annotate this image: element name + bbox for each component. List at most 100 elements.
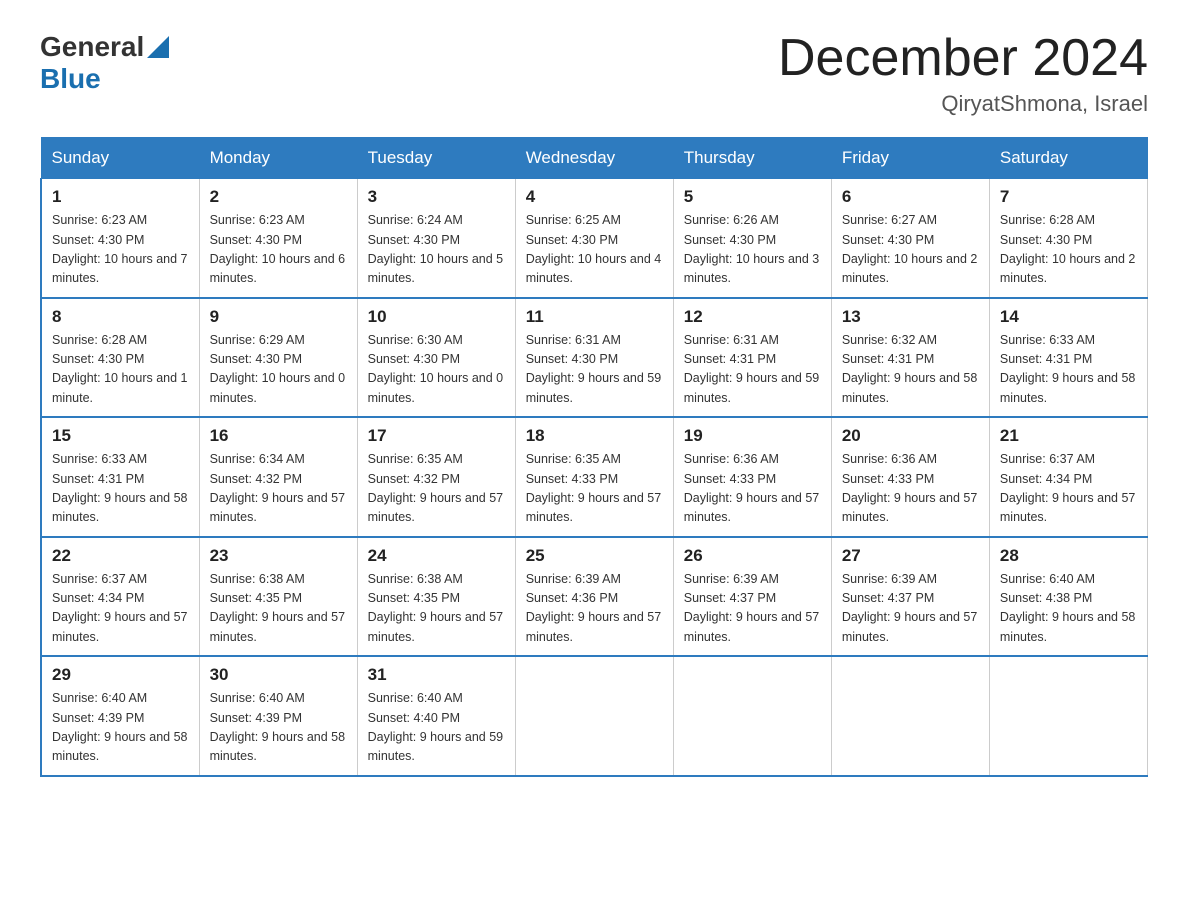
day-number: 1 xyxy=(52,187,189,207)
calendar-day-cell xyxy=(989,656,1147,776)
col-friday: Friday xyxy=(831,138,989,179)
calendar-day-cell: 25 Sunrise: 6:39 AMSunset: 4:36 PMDaylig… xyxy=(515,537,673,657)
day-info: Sunrise: 6:36 AMSunset: 4:33 PMDaylight:… xyxy=(842,450,979,528)
location-subtitle: QiryatShmona, Israel xyxy=(778,91,1148,117)
day-info: Sunrise: 6:28 AMSunset: 4:30 PMDaylight:… xyxy=(52,331,189,409)
day-info: Sunrise: 6:28 AMSunset: 4:30 PMDaylight:… xyxy=(1000,211,1137,289)
day-number: 26 xyxy=(684,546,821,566)
calendar-day-cell: 21 Sunrise: 6:37 AMSunset: 4:34 PMDaylig… xyxy=(989,417,1147,537)
calendar-day-cell: 2 Sunrise: 6:23 AMSunset: 4:30 PMDayligh… xyxy=(199,179,357,298)
calendar-day-cell: 18 Sunrise: 6:35 AMSunset: 4:33 PMDaylig… xyxy=(515,417,673,537)
day-number: 29 xyxy=(52,665,189,685)
day-info: Sunrise: 6:34 AMSunset: 4:32 PMDaylight:… xyxy=(210,450,347,528)
calendar-day-cell: 29 Sunrise: 6:40 AMSunset: 4:39 PMDaylig… xyxy=(41,656,199,776)
calendar-table: Sunday Monday Tuesday Wednesday Thursday… xyxy=(40,137,1148,777)
col-thursday: Thursday xyxy=(673,138,831,179)
day-number: 9 xyxy=(210,307,347,327)
logo-blue-text: Blue xyxy=(40,63,101,94)
calendar-header-row: Sunday Monday Tuesday Wednesday Thursday… xyxy=(41,138,1148,179)
day-number: 19 xyxy=(684,426,821,446)
calendar-day-cell: 4 Sunrise: 6:25 AMSunset: 4:30 PMDayligh… xyxy=(515,179,673,298)
calendar-day-cell: 3 Sunrise: 6:24 AMSunset: 4:30 PMDayligh… xyxy=(357,179,515,298)
day-number: 27 xyxy=(842,546,979,566)
day-info: Sunrise: 6:30 AMSunset: 4:30 PMDaylight:… xyxy=(368,331,505,409)
day-info: Sunrise: 6:23 AMSunset: 4:30 PMDaylight:… xyxy=(52,211,189,289)
day-number: 13 xyxy=(842,307,979,327)
month-title: December 2024 xyxy=(778,30,1148,87)
day-number: 8 xyxy=(52,307,189,327)
day-number: 7 xyxy=(1000,187,1137,207)
calendar-day-cell: 15 Sunrise: 6:33 AMSunset: 4:31 PMDaylig… xyxy=(41,417,199,537)
day-number: 23 xyxy=(210,546,347,566)
day-number: 31 xyxy=(368,665,505,685)
day-number: 15 xyxy=(52,426,189,446)
calendar-day-cell: 23 Sunrise: 6:38 AMSunset: 4:35 PMDaylig… xyxy=(199,537,357,657)
calendar-day-cell: 20 Sunrise: 6:36 AMSunset: 4:33 PMDaylig… xyxy=(831,417,989,537)
logo-triangle-icon xyxy=(147,36,169,58)
col-sunday: Sunday xyxy=(41,138,199,179)
calendar-day-cell: 9 Sunrise: 6:29 AMSunset: 4:30 PMDayligh… xyxy=(199,298,357,418)
day-info: Sunrise: 6:33 AMSunset: 4:31 PMDaylight:… xyxy=(1000,331,1137,409)
calendar-day-cell: 27 Sunrise: 6:39 AMSunset: 4:37 PMDaylig… xyxy=(831,537,989,657)
day-info: Sunrise: 6:38 AMSunset: 4:35 PMDaylight:… xyxy=(210,570,347,648)
day-info: Sunrise: 6:40 AMSunset: 4:39 PMDaylight:… xyxy=(210,689,347,767)
col-saturday: Saturday xyxy=(989,138,1147,179)
day-number: 11 xyxy=(526,307,663,327)
day-number: 10 xyxy=(368,307,505,327)
day-number: 12 xyxy=(684,307,821,327)
day-info: Sunrise: 6:39 AMSunset: 4:36 PMDaylight:… xyxy=(526,570,663,648)
day-number: 4 xyxy=(526,187,663,207)
day-number: 22 xyxy=(52,546,189,566)
day-info: Sunrise: 6:31 AMSunset: 4:31 PMDaylight:… xyxy=(684,331,821,409)
calendar-day-cell: 1 Sunrise: 6:23 AMSunset: 4:30 PMDayligh… xyxy=(41,179,199,298)
day-info: Sunrise: 6:40 AMSunset: 4:40 PMDaylight:… xyxy=(368,689,505,767)
calendar-day-cell: 8 Sunrise: 6:28 AMSunset: 4:30 PMDayligh… xyxy=(41,298,199,418)
calendar-day-cell: 17 Sunrise: 6:35 AMSunset: 4:32 PMDaylig… xyxy=(357,417,515,537)
day-info: Sunrise: 6:23 AMSunset: 4:30 PMDaylight:… xyxy=(210,211,347,289)
calendar-day-cell xyxy=(515,656,673,776)
day-number: 30 xyxy=(210,665,347,685)
day-info: Sunrise: 6:31 AMSunset: 4:30 PMDaylight:… xyxy=(526,331,663,409)
page-header: General Blue December 2024 QiryatShmona,… xyxy=(40,30,1148,117)
title-block: December 2024 QiryatShmona, Israel xyxy=(778,30,1148,117)
calendar-day-cell: 5 Sunrise: 6:26 AMSunset: 4:30 PMDayligh… xyxy=(673,179,831,298)
day-number: 5 xyxy=(684,187,821,207)
calendar-day-cell: 12 Sunrise: 6:31 AMSunset: 4:31 PMDaylig… xyxy=(673,298,831,418)
day-info: Sunrise: 6:35 AMSunset: 4:32 PMDaylight:… xyxy=(368,450,505,528)
day-info: Sunrise: 6:27 AMSunset: 4:30 PMDaylight:… xyxy=(842,211,979,289)
calendar-day-cell xyxy=(673,656,831,776)
day-info: Sunrise: 6:29 AMSunset: 4:30 PMDaylight:… xyxy=(210,331,347,409)
calendar-week-row: 8 Sunrise: 6:28 AMSunset: 4:30 PMDayligh… xyxy=(41,298,1148,418)
day-number: 14 xyxy=(1000,307,1137,327)
day-number: 20 xyxy=(842,426,979,446)
calendar-week-row: 1 Sunrise: 6:23 AMSunset: 4:30 PMDayligh… xyxy=(41,179,1148,298)
day-info: Sunrise: 6:26 AMSunset: 4:30 PMDaylight:… xyxy=(684,211,821,289)
calendar-day-cell xyxy=(831,656,989,776)
day-info: Sunrise: 6:37 AMSunset: 4:34 PMDaylight:… xyxy=(1000,450,1137,528)
logo-general-text: General xyxy=(40,31,144,63)
col-wednesday: Wednesday xyxy=(515,138,673,179)
day-info: Sunrise: 6:33 AMSunset: 4:31 PMDaylight:… xyxy=(52,450,189,528)
calendar-day-cell: 7 Sunrise: 6:28 AMSunset: 4:30 PMDayligh… xyxy=(989,179,1147,298)
calendar-day-cell: 6 Sunrise: 6:27 AMSunset: 4:30 PMDayligh… xyxy=(831,179,989,298)
day-number: 21 xyxy=(1000,426,1137,446)
day-info: Sunrise: 6:39 AMSunset: 4:37 PMDaylight:… xyxy=(684,570,821,648)
calendar-day-cell: 13 Sunrise: 6:32 AMSunset: 4:31 PMDaylig… xyxy=(831,298,989,418)
calendar-day-cell: 31 Sunrise: 6:40 AMSunset: 4:40 PMDaylig… xyxy=(357,656,515,776)
day-info: Sunrise: 6:25 AMSunset: 4:30 PMDaylight:… xyxy=(526,211,663,289)
calendar-week-row: 15 Sunrise: 6:33 AMSunset: 4:31 PMDaylig… xyxy=(41,417,1148,537)
calendar-day-cell: 16 Sunrise: 6:34 AMSunset: 4:32 PMDaylig… xyxy=(199,417,357,537)
calendar-day-cell: 10 Sunrise: 6:30 AMSunset: 4:30 PMDaylig… xyxy=(357,298,515,418)
col-tuesday: Tuesday xyxy=(357,138,515,179)
day-info: Sunrise: 6:40 AMSunset: 4:39 PMDaylight:… xyxy=(52,689,189,767)
calendar-week-row: 22 Sunrise: 6:37 AMSunset: 4:34 PMDaylig… xyxy=(41,537,1148,657)
calendar-day-cell: 19 Sunrise: 6:36 AMSunset: 4:33 PMDaylig… xyxy=(673,417,831,537)
day-info: Sunrise: 6:35 AMSunset: 4:33 PMDaylight:… xyxy=(526,450,663,528)
day-number: 6 xyxy=(842,187,979,207)
day-number: 24 xyxy=(368,546,505,566)
calendar-week-row: 29 Sunrise: 6:40 AMSunset: 4:39 PMDaylig… xyxy=(41,656,1148,776)
day-number: 25 xyxy=(526,546,663,566)
calendar-day-cell: 22 Sunrise: 6:37 AMSunset: 4:34 PMDaylig… xyxy=(41,537,199,657)
day-info: Sunrise: 6:38 AMSunset: 4:35 PMDaylight:… xyxy=(368,570,505,648)
day-info: Sunrise: 6:36 AMSunset: 4:33 PMDaylight:… xyxy=(684,450,821,528)
